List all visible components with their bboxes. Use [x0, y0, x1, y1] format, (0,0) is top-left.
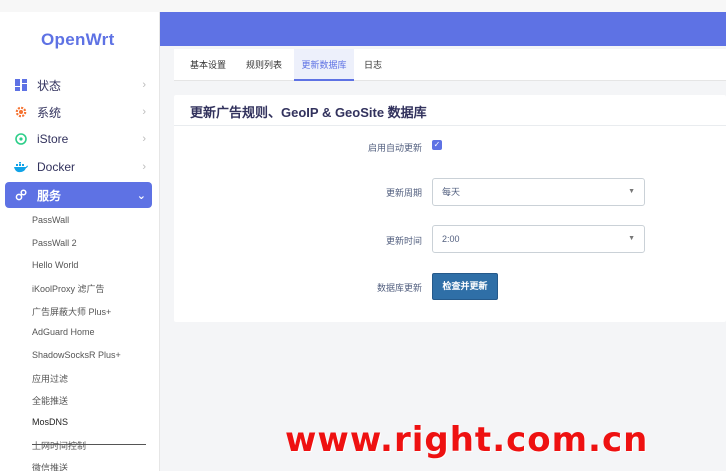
update-period-label: 更新周期	[385, 188, 422, 198]
update-period-value: 每天	[442, 187, 461, 197]
update-time-value: 2:00	[442, 234, 460, 244]
sidebar-item-docker[interactable]: Docker ›	[5, 154, 152, 180]
sidebar-subitem-passwall[interactable]: PassWall	[32, 215, 69, 225]
sidebar-subitem-helloworld[interactable]: Hello World	[32, 260, 78, 270]
sidebar-subitem-passwall2[interactable]: PassWall 2	[32, 238, 77, 248]
sidebar-item-label: 状态	[37, 78, 62, 93]
sidebar-item-system[interactable]: 系统 ›	[5, 99, 152, 125]
sidebar-item-services[interactable]: 服务 ⌄	[5, 182, 152, 208]
update-database-card: 更新广告规则、GeoIP & GeoSite 数据库 启用自动更新 ✓ 更新周期…	[174, 95, 726, 322]
sidebar-subitem-wechat-push[interactable]: 微信推送	[32, 461, 68, 471]
top-strip	[0, 0, 726, 12]
sidebar-subitem-push-notify[interactable]: 全能推送	[32, 394, 68, 407]
dashboard-icon	[12, 79, 30, 91]
chevron-right-icon: ›	[142, 79, 146, 91]
tab-basic-settings[interactable]: 基本设置	[183, 49, 233, 81]
chevron-right-icon: ›	[142, 133, 146, 145]
sidebar: OpenWrt 状态 › 系统 › iStore › Docker › 服务 ⌄	[0, 12, 160, 471]
chevron-down-icon: ⌄	[136, 189, 146, 202]
sidebar-item-label: 服务	[37, 188, 62, 203]
sidebar-subitem-shadowsocksr[interactable]: ShadowSocksR Plus+	[32, 350, 121, 360]
caret-down-icon: ▼	[628, 235, 635, 242]
brand-logo[interactable]: OpenWrt	[41, 30, 115, 50]
store-icon	[12, 133, 30, 145]
tab-rule-list[interactable]: 规则列表	[239, 49, 289, 81]
sidebar-subitem-ikoolproxy[interactable]: iKoolProxy 滤广告	[32, 282, 105, 295]
sidebar-subitem-adguard-home[interactable]: AdGuard Home	[32, 327, 95, 337]
auto-update-label: 启用自动更新	[367, 143, 422, 153]
update-time-select[interactable]: 2:00 ▼	[432, 225, 645, 253]
sidebar-item-label: 系统	[37, 105, 62, 120]
sidebar-subitem-time-control[interactable]: 上网时间控制	[32, 439, 86, 452]
tab-bar: 基本设置 规则列表 更新数据库 日志	[174, 49, 726, 81]
chevron-right-icon: ›	[142, 161, 146, 173]
checkmark-icon: ✓	[433, 140, 441, 149]
sidebar-item-istore[interactable]: iStore ›	[5, 126, 152, 152]
watermark-text: www.right.com.cn	[285, 420, 649, 460]
sidebar-item-label: Docker	[37, 160, 76, 174]
gear-icon	[12, 106, 30, 118]
chevron-right-icon: ›	[142, 106, 146, 118]
update-time-label: 更新时间	[385, 236, 422, 246]
tab-update-database[interactable]: 更新数据库	[294, 49, 354, 81]
card-title: 更新广告规则、GeoIP & GeoSite 数据库	[190, 105, 427, 120]
caret-down-icon: ▼	[628, 188, 635, 195]
db-update-label: 数据库更新	[376, 283, 422, 293]
sidebar-item-label: iStore	[37, 132, 69, 146]
check-and-update-button[interactable]: 检查并更新	[432, 273, 498, 300]
sidebar-subitem-mosdns[interactable]: MosDNS	[32, 417, 68, 427]
docker-icon	[12, 161, 30, 173]
header-bar	[160, 12, 726, 46]
divider	[174, 125, 726, 126]
auto-update-checkbox[interactable]: ✓	[432, 140, 442, 150]
services-icon	[12, 189, 30, 201]
tab-logs[interactable]: 日志	[360, 49, 386, 81]
update-period-select[interactable]: 每天 ▼	[432, 178, 645, 206]
sidebar-subitem-adblock-plus[interactable]: 广告屏蔽大师 Plus+	[32, 305, 111, 318]
sidebar-subitem-app-filter[interactable]: 应用过滤	[32, 372, 68, 385]
sidebar-item-status[interactable]: 状态 ›	[5, 72, 152, 98]
